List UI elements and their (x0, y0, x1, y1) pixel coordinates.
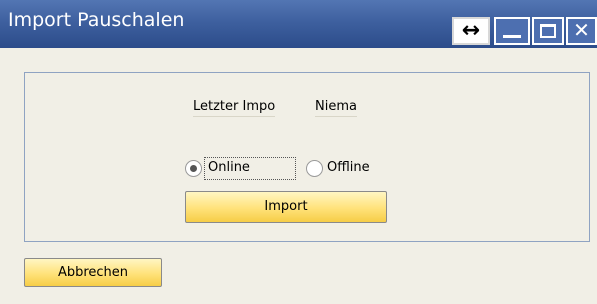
last-import-label: Letzter Impo (193, 99, 276, 117)
radio-selected-dot (190, 165, 197, 172)
resize-button[interactable]: ↔ (452, 17, 490, 45)
window-title: Import Pauschalen (8, 9, 185, 31)
offline-label[interactable]: Offline (327, 160, 370, 175)
import-button[interactable]: Import (185, 191, 387, 223)
offline-radio[interactable] (306, 160, 323, 177)
maximize-icon (540, 24, 556, 38)
minimize-icon (503, 35, 521, 38)
online-label[interactable]: Online (208, 160, 250, 175)
last-import-value: Niema (315, 99, 357, 117)
minimize-button[interactable] (494, 17, 530, 45)
import-dialog: Import Pauschalen ↔ ✕ Letzter Impo Niema… (0, 0, 597, 304)
resize-arrows-icon: ↔ (461, 18, 481, 43)
online-radio[interactable] (185, 160, 202, 177)
title-bar[interactable]: Import Pauschalen ↔ ✕ (0, 0, 597, 48)
cancel-button[interactable]: Abbrechen (24, 258, 162, 287)
close-button[interactable]: ✕ (566, 17, 597, 45)
import-panel: Letzter Impo Niema Online Offline Import (24, 72, 590, 242)
close-icon: ✕ (573, 18, 590, 42)
maximize-button[interactable] (532, 17, 564, 45)
